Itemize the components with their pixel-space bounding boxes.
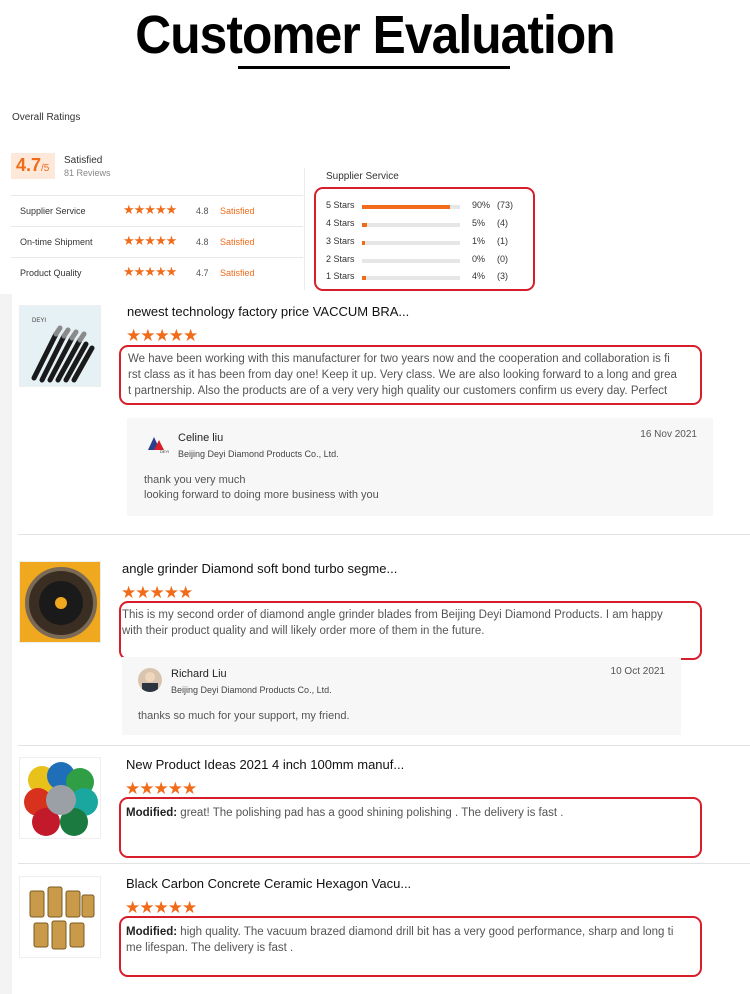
rating-status: Satisfied — [220, 237, 255, 247]
product-thumbnail[interactable]: DEYI — [19, 305, 101, 387]
star-rating-icon: ★★★★★ — [123, 233, 177, 248]
star-breakdown-label: 1 Stars — [326, 271, 355, 281]
reply-company: Beijing Deyi Diamond Products Co., Ltd. — [171, 685, 332, 695]
rating-label: Supplier Service — [20, 206, 86, 216]
highlight-box — [119, 601, 702, 660]
star-rating-icon: ★★★★★ — [123, 264, 177, 279]
review-count[interactable]: 81 Reviews — [64, 168, 111, 178]
star-breakdown-count: (4) — [497, 218, 508, 228]
rating-score: 4.8 — [196, 237, 209, 247]
supplier-reply: DEYI Celine liu Beijing Deyi Diamond Pro… — [127, 418, 713, 516]
overall-ratings-label: Overall Ratings — [12, 112, 81, 123]
divider — [18, 745, 750, 746]
supplier-service-title: Supplier Service — [326, 171, 399, 182]
rating-score: 4.8 — [196, 206, 209, 216]
progress-track — [362, 223, 460, 227]
progress-fill — [362, 241, 365, 245]
progress-track — [362, 241, 460, 245]
reply-author-name: Richard Liu — [171, 668, 227, 680]
rating-status: Satisfied — [220, 268, 255, 278]
overall-status: Satisfied — [64, 155, 103, 166]
star-breakdown-percent: 0% — [472, 254, 486, 264]
highlight-box — [119, 345, 702, 405]
rating-row-on-time-shipment: On-time Shipment ★★★★★ 4.8 Satisfied — [11, 226, 303, 258]
star-breakdown-row[interactable]: 2 Stars 0% (0) — [326, 254, 526, 268]
avatar — [138, 668, 162, 692]
reply-author-name: Celine liu — [178, 432, 224, 444]
product-title-link[interactable]: Black Carbon Concrete Ceramic Hexagon Va… — [126, 876, 411, 891]
star-breakdown-count: (1) — [497, 236, 508, 246]
review-stars-icon: ★★★★★ — [125, 779, 197, 798]
star-breakdown-percent: 1% — [472, 236, 486, 246]
reply-date: 16 Nov 2021 — [640, 429, 697, 440]
title-underline — [238, 66, 510, 69]
product-thumbnail[interactable] — [19, 757, 101, 839]
overall-score-max: /5 — [41, 163, 50, 174]
star-breakdown-count: (3) — [497, 271, 508, 281]
overall-score: 4.7 — [16, 155, 42, 175]
star-breakdown-label: 3 Stars — [326, 236, 355, 246]
star-breakdown-count: (73) — [497, 200, 514, 210]
rating-label: Product Quality — [20, 268, 82, 278]
reply-company: Beijing Deyi Diamond Products Co., Ltd. — [178, 449, 339, 459]
review-stars-icon: ★★★★★ — [121, 583, 193, 602]
rating-score: 4.7 — [196, 268, 209, 278]
star-breakdown-count: (0) — [497, 254, 508, 264]
progress-track — [362, 259, 460, 263]
product-thumbnail[interactable] — [19, 876, 101, 958]
reply-text: thank you very much looking forward to d… — [144, 474, 379, 501]
star-breakdown-row[interactable]: 5 Stars 90% (73) — [326, 200, 526, 214]
divider — [304, 168, 305, 290]
progress-track — [362, 205, 460, 209]
svg-text:DEYI: DEYI — [32, 318, 46, 324]
divider — [18, 863, 750, 864]
star-breakdown-label: 2 Stars — [326, 254, 355, 264]
reply-date: 10 Oct 2021 — [610, 666, 665, 677]
supplier-reply: Richard Liu Beijing Deyi Diamond Product… — [122, 657, 681, 735]
star-breakdown-label: 5 Stars — [326, 200, 355, 210]
review-stars-icon: ★★★★★ — [126, 326, 198, 345]
star-breakdown-percent: 4% — [472, 271, 486, 281]
divider — [18, 534, 750, 535]
svg-text:DEYI: DEYI — [160, 449, 169, 454]
rating-label: On-time Shipment — [20, 237, 93, 247]
reply-text: thanks so much for your support, my frie… — [138, 710, 350, 722]
product-title-link[interactable]: newest technology factory price VACCUM B… — [127, 304, 409, 319]
star-breakdown-percent: 5% — [472, 218, 486, 228]
page-title: Customer Evaluation — [135, 5, 615, 65]
progress-fill — [362, 223, 367, 227]
rating-row-product-quality: Product Quality ★★★★★ 4.7 Satisfied — [11, 257, 303, 289]
product-thumbnail[interactable] — [19, 561, 101, 643]
progress-track — [362, 276, 460, 280]
rating-row-supplier-service: Supplier Service ★★★★★ 4.8 Satisfied — [11, 195, 303, 227]
product-title-link[interactable]: angle grinder Diamond soft bond turbo se… — [122, 561, 397, 576]
star-rating-icon: ★★★★★ — [123, 202, 177, 217]
rating-status: Satisfied — [220, 206, 255, 216]
review-stars-icon: ★★★★★ — [125, 898, 197, 917]
progress-fill — [362, 276, 366, 280]
product-title-link[interactable]: New Product Ideas 2021 4 inch 100mm manu… — [126, 757, 404, 772]
progress-fill — [362, 205, 451, 209]
highlight-box — [119, 797, 702, 858]
star-breakdown-label: 4 Stars — [326, 218, 355, 228]
highlight-box — [119, 916, 702, 977]
supplier-logo-icon: DEYI — [146, 434, 170, 454]
star-breakdown-percent: 90% — [472, 200, 491, 210]
star-breakdown-row[interactable]: 3 Stars 1% (1) — [326, 236, 526, 250]
left-gutter — [0, 294, 12, 994]
star-breakdown-row[interactable]: 1 Stars 4% (3) — [326, 271, 526, 285]
star-breakdown-row[interactable]: 4 Stars 5% (4) — [326, 218, 526, 232]
